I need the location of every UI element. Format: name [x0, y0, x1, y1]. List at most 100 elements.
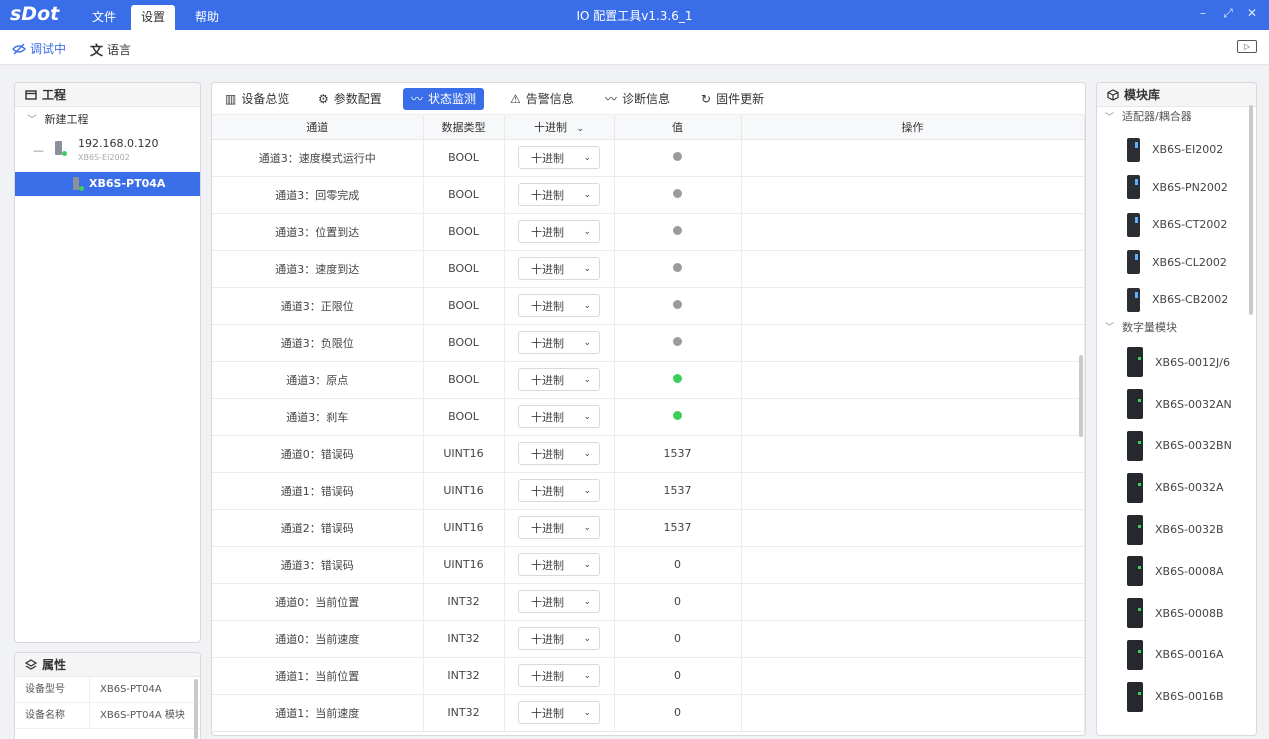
library-item[interactable]: XB6S-0032BN [1097, 425, 1256, 467]
type-cell: BOOL [423, 213, 505, 251]
library-item[interactable]: XB6S-0016A [1097, 634, 1256, 676]
channel-cell: 通道0：当前位置 [212, 583, 424, 621]
menu-help[interactable]: 帮助 [185, 5, 229, 30]
library-item[interactable]: XB6S-0012J/6 [1097, 342, 1256, 384]
type-cell: BOOL [423, 250, 505, 288]
library-item[interactable]: XB6S-PN2002 [1097, 169, 1256, 207]
format-select[interactable]: 十进制 ⌄ [518, 183, 600, 206]
action-cell [741, 213, 1085, 251]
value-cell: 0 [614, 583, 742, 621]
library-panel: 模块库 ﹀ 适配器/耦合器 XB6S-EI2002 XB6S-PN2002 XB6S-C… [1096, 82, 1257, 736]
tab-label: 设备总览 [241, 92, 290, 106]
format-select[interactable]: 十进制 ⌄ [518, 146, 600, 169]
prop-value: XB6S-PT04A 模块 [100, 710, 185, 721]
status-dot-off [673, 152, 682, 161]
library-item-label: XB6S-0016A [1155, 648, 1224, 662]
header-format[interactable]: 十进制 ⌄ [504, 115, 615, 140]
module-image-icon [1127, 472, 1143, 503]
properties-header: 属性 [15, 653, 200, 677]
table-row: 通道1：当前位置 INT32 十进制 ⌄ 0 [212, 657, 1085, 695]
library-item[interactable]: XB6S-CB2002 [1097, 281, 1256, 319]
tab-bar: ▥ 设备总览 ⚙ 参数配置 〰状态监测 ⚠ 告警信息 〰诊断信息 ↻ 固件更新 [212, 83, 1085, 115]
format-select[interactable]: 十进制 ⌄ [518, 664, 600, 687]
library-item[interactable]: XB6S-CT2002 [1097, 206, 1256, 244]
format-select-value: 十进制 [531, 632, 564, 646]
library-category-label: 适配器/耦合器 [1122, 110, 1192, 123]
chevron-down-icon: ⌄ [583, 670, 591, 681]
format-select[interactable]: 十进制 ⌄ [518, 516, 600, 539]
action-cell [741, 472, 1085, 510]
library-item[interactable]: XB6S-0032A [1097, 467, 1256, 509]
tab-diagnostics[interactable]: 〰诊断信息 [597, 88, 678, 110]
library-item[interactable]: XB6S-0008B [1097, 592, 1256, 634]
library-scrollbar[interactable] [1249, 105, 1253, 315]
channel-cell: 通道3：刹车 [212, 398, 424, 436]
table-row: 通道1：错误码 UINT16 十进制 ⌄ 1537 [212, 472, 1085, 510]
library-item[interactable]: XB6S-0008A [1097, 551, 1256, 593]
format-select[interactable]: 十进制 ⌄ [518, 220, 600, 243]
tab-overview[interactable]: ▥ 设备总览 [217, 88, 297, 110]
channel-cell: 通道3：原点 [212, 361, 424, 399]
action-cell [741, 435, 1085, 473]
library-category[interactable]: ﹀ 适配器/耦合器 [1105, 108, 1192, 124]
tree-root[interactable]: ﹀ 新建工程 [15, 110, 200, 130]
chevron-down-icon: ⌄ [583, 485, 591, 496]
channel-cell: 通道3：负限位 [212, 324, 424, 362]
main-panel: ▥ 设备总览 ⚙ 参数配置 〰状态监测 ⚠ 告警信息 〰诊断信息 ↻ 固件更新 通道 数… [211, 82, 1086, 736]
format-cell: 十进制 ⌄ [504, 250, 615, 288]
tree-module-selected[interactable]: XB6S-PT04A [15, 172, 200, 196]
panel-toggle-icon[interactable]: ▷ [1237, 40, 1257, 53]
channel-cell: 通道3：位置到达 [212, 213, 424, 251]
library-item[interactable]: XB6S-0032B [1097, 509, 1256, 551]
chevron-down-icon: ⌄ [583, 633, 591, 644]
chevron-down-icon: ⌄ [583, 226, 591, 237]
format-select[interactable]: 十进制 ⌄ [518, 442, 600, 465]
library-item[interactable]: XB6S-CL2002 [1097, 244, 1256, 282]
menu-file[interactable]: 文件 [82, 5, 126, 30]
format-select[interactable]: 十进制 ⌄ [518, 627, 600, 650]
library-category[interactable]: ﹀ 数字量模块 [1105, 319, 1177, 335]
tab-firmware[interactable]: ↻ 固件更新 [693, 88, 772, 110]
format-select[interactable]: 十进制 ⌄ [518, 553, 600, 576]
chevron-down-icon: ⌄ [583, 152, 591, 163]
debug-label: 调试中 [30, 42, 67, 56]
format-select[interactable]: 十进制 ⌄ [518, 701, 600, 724]
table-scrollbar[interactable] [1079, 355, 1083, 437]
format-cell: 十进制 ⌄ [504, 287, 615, 325]
maximize-icon[interactable]: ⤢ [1220, 6, 1236, 21]
library-item[interactable]: XB6S-EI2002 [1097, 131, 1256, 169]
format-select[interactable]: 十进制 ⌄ [518, 590, 600, 613]
format-select-value: 十进制 [531, 410, 564, 424]
tab-status[interactable]: 〰状态监测 [403, 88, 485, 110]
format-select[interactable]: 十进制 ⌄ [518, 294, 600, 317]
tree-device[interactable]: — 192.168.0.120 XB6S-EI2002 [15, 135, 200, 169]
format-select[interactable]: 十进制 ⌄ [518, 405, 600, 428]
minimize-icon[interactable]: – [1195, 6, 1211, 20]
header-value: 值 [614, 115, 742, 140]
format-select[interactable]: 十进制 ⌄ [518, 257, 600, 280]
library-item[interactable]: XB6S-0016B [1097, 676, 1256, 718]
close-icon[interactable]: ✕ [1244, 6, 1260, 20]
tab-alarms[interactable]: ⚠ 告警信息 [502, 88, 582, 110]
cube-icon [1107, 88, 1119, 101]
header-channel: 通道 [212, 115, 424, 140]
value-cell [614, 287, 742, 325]
library-item[interactable]: XB6S-0032AN [1097, 383, 1256, 425]
format-select[interactable]: 十进制 ⌄ [518, 331, 600, 354]
action-cell [741, 361, 1085, 399]
status-dot-off [673, 263, 682, 272]
prop-key: 设备名称 [15, 703, 90, 728]
properties-scrollbar[interactable] [194, 679, 198, 739]
tab-params[interactable]: ⚙ 参数配置 [310, 88, 390, 110]
format-select[interactable]: 十进制 ⌄ [518, 479, 600, 502]
table-row: 通道3：正限位 BOOL 十进制 ⌄ [212, 287, 1085, 325]
debug-toggle[interactable]: 调试中 [12, 40, 66, 57]
device-ip: 192.168.0.120 [78, 137, 159, 150]
value-cell: 0 [614, 546, 742, 584]
language-button[interactable]: 文 语言 [90, 40, 131, 59]
type-cell: BOOL [423, 324, 505, 362]
chevron-down-icon: ⌄ [583, 337, 591, 348]
format-select-value: 十进制 [531, 558, 564, 572]
format-select[interactable]: 十进制 ⌄ [518, 368, 600, 391]
menu-settings[interactable]: 设置 [131, 5, 176, 30]
